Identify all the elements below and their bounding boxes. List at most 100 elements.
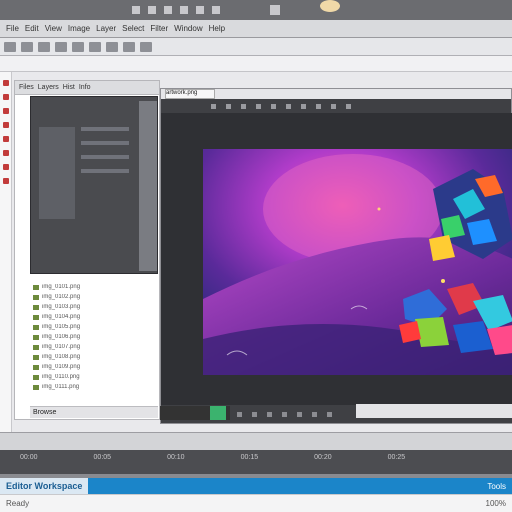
tool-strip-icon-2[interactable] [3,94,9,100]
tool-strip-icon-1[interactable] [3,80,9,86]
file-icon [33,364,39,370]
doc-tool-icon[interactable] [226,103,231,109]
taskbar-tools-button[interactable]: Tools [487,482,512,491]
tab-history[interactable]: Hist [63,84,75,91]
menubar: File Edit View Image Layer Select Filter… [0,20,512,38]
status-icon[interactable] [252,411,257,417]
tool-strip-icon-5[interactable] [3,136,9,142]
tool-save-icon[interactable] [38,41,50,52]
list-item[interactable]: img_0102.png [30,292,158,302]
list-item[interactable]: img_0104.png [30,312,158,322]
document-window: artwork.png [160,88,512,424]
status-icon[interactable] [267,411,272,417]
list-item-label: img_0111.png [42,384,80,390]
list-item[interactable]: img_0107.png [30,342,158,352]
artwork-canvas[interactable] [203,149,512,375]
file-list: img_0101.png img_0102.png img_0103.png i… [30,282,158,402]
doc-tool-icon[interactable] [331,103,336,109]
file-icon [33,354,39,360]
search-icon[interactable] [270,5,280,15]
preview-line [81,155,129,159]
menu-filter[interactable]: Filter [150,24,168,33]
right-footer [356,404,512,418]
doc-tool-icon[interactable] [211,103,216,109]
doc-tool-icon[interactable] [256,103,261,109]
status-icon[interactable] [312,411,317,417]
options-bar [0,56,512,72]
tool-paste-icon[interactable] [123,41,135,52]
doc-tool-icon[interactable] [301,103,306,109]
list-item[interactable]: img_0101.png [30,282,158,292]
list-item-label: img_0103.png [42,304,81,310]
timeline-panel: 00:00 00:05 00:10 00:15 00:20 00:25 [0,450,512,474]
menu-help[interactable]: Help [209,24,225,33]
color-swatch[interactable] [210,406,226,420]
color-swatch-bar [160,406,230,420]
status-icon[interactable] [282,411,287,417]
tool-undo-icon[interactable] [55,41,67,52]
titlebar-icon-4[interactable] [180,6,188,14]
titlebar-icon-2[interactable] [148,6,156,14]
list-item-label: img_0104.png [42,314,81,320]
doc-tool-icon[interactable] [286,103,291,109]
list-item[interactable]: img_0106.png [30,332,158,342]
list-item[interactable]: img_0103.png [30,302,158,312]
file-icon [33,384,39,390]
tab-layers[interactable]: Layers [38,84,59,91]
tool-strip-icon-3[interactable] [3,108,9,114]
artwork-star [441,279,445,283]
tab-info[interactable]: Info [79,84,91,91]
status-icon[interactable] [327,411,332,417]
list-item-label: img_0101.png [42,284,81,290]
tool-zoom-icon[interactable] [140,41,152,52]
titlebar-icon-3[interactable] [164,6,172,14]
tool-cut-icon[interactable] [89,41,101,52]
status-icon[interactable] [237,411,242,417]
tool-redo-icon[interactable] [72,41,84,52]
menu-image[interactable]: Image [68,24,90,33]
titlebar-icon-6[interactable] [212,6,220,14]
tool-strip-icon-6[interactable] [3,150,9,156]
menu-window[interactable]: Window [174,24,202,33]
titlebar-icon-5[interactable] [196,6,204,14]
tool-copy-icon[interactable] [106,41,118,52]
document-tab[interactable]: artwork.png [165,89,215,99]
artwork-star [377,207,381,211]
taskbar-app-button[interactable]: Editor Workspace [0,478,89,494]
menu-file[interactable]: File [6,24,19,33]
menu-edit[interactable]: Edit [25,24,39,33]
tool-strip-icon-7[interactable] [3,164,9,170]
preview-thumbnail[interactable] [39,127,75,219]
browse-button[interactable]: Browse [33,409,56,416]
doc-tool-icon[interactable] [316,103,321,109]
timeline-label: 00:05 [93,454,112,461]
taskbar: Editor Workspace Tools [0,478,512,494]
timeline-label: 00:10 [167,454,185,461]
preview-scrollbar[interactable] [139,101,157,271]
titlebar-icon-1[interactable] [132,6,140,14]
bottom-panel [0,432,512,450]
status-icon[interactable] [297,411,302,417]
list-item[interactable]: img_0111.png [30,382,158,392]
doc-tool-icon[interactable] [271,103,276,109]
tool-strip-icon-8[interactable] [3,178,9,184]
canvas-area[interactable] [161,113,512,405]
tab-files[interactable]: Files [19,84,34,91]
doc-tool-icon[interactable] [241,103,246,109]
zoom-level[interactable]: 100% [486,499,506,508]
left-panel-tabs: Files Layers Hist Info [15,81,159,95]
menu-select[interactable]: Select [122,24,144,33]
doc-tool-icon[interactable] [346,103,351,109]
list-item[interactable]: img_0105.png [30,322,158,332]
list-item[interactable]: img_0110.png [30,372,158,382]
list-item-label: img_0107.png [42,344,81,350]
tool-new-icon[interactable] [4,41,16,52]
preview-line [81,141,129,145]
menu-layer[interactable]: Layer [96,24,116,33]
tool-strip-icon-4[interactable] [3,122,9,128]
list-item[interactable]: img_0108.png [30,352,158,362]
list-item[interactable]: img_0109.png [30,362,158,372]
tool-open-icon[interactable] [21,41,33,52]
app-logo-icon [320,0,340,12]
menu-view[interactable]: View [45,24,62,33]
